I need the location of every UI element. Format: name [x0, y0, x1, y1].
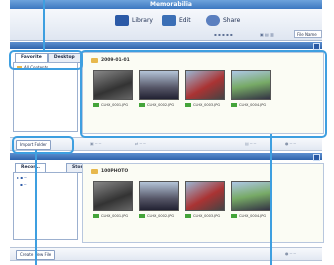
tree-item-folder[interactable]: ▪ ─	[14, 182, 77, 187]
file-label: CLHX_0003.JPG	[185, 103, 220, 107]
photo-type-icon	[139, 103, 145, 107]
tree-item-all-contents[interactable]: All Contents	[14, 63, 77, 72]
bottom-action-bar: Create New File ● ─ ─	[10, 247, 322, 261]
folder-icon	[91, 169, 98, 174]
file-label: CLHX_0003.JPG	[185, 214, 220, 218]
app-title: Memorabilia	[150, 1, 192, 8]
photo-type-icon	[185, 103, 191, 107]
file-label: CLHX_0001.JPG	[93, 103, 128, 107]
import-folder-button[interactable]: Import Folder	[16, 140, 51, 150]
photo-type-icon	[93, 103, 99, 107]
file-label: CLHX_0004.JPG	[231, 103, 266, 107]
photo-thumbnail[interactable]	[185, 70, 225, 100]
callout-line	[270, 134, 272, 265]
share-button[interactable]: Share	[206, 13, 240, 27]
import-folder-label: Import Folder	[20, 142, 47, 147]
close-icon[interactable]	[313, 154, 320, 161]
edit-button[interactable]: Edit	[162, 13, 191, 27]
file-name: CLHX_0002.JPG	[147, 103, 175, 107]
top-content-area: 2009-01-01 CLHX_0001.JPG CLHX_0002.JPG C…	[82, 52, 324, 134]
file-name: CLHX_0004.JPG	[239, 214, 267, 218]
top-action-bar: Import Folder ▣ ─ ─ ⇄ ─ ─ ▤ ─ ─ ● ─ ─	[10, 137, 322, 151]
folder-name: 2009-01-01	[101, 58, 130, 63]
disabled-action-button[interactable]: ⇄ ─ ─	[135, 140, 146, 148]
top-pane-header	[10, 42, 322, 50]
file-label: CLHX_0002.JPG	[139, 214, 174, 218]
disabled-action-button[interactable]: ● ─ ─	[285, 140, 296, 148]
share-label: Share	[223, 16, 241, 24]
tree-item-card[interactable]: ▸ ▪ ─	[14, 173, 77, 182]
photo-thumbnail[interactable]	[93, 70, 133, 100]
library-icon	[115, 14, 129, 26]
bottom-folder-tree[interactable]: ▸ ▪ ─ ▪ ─	[13, 172, 78, 240]
tree-item-label: All Contents	[24, 65, 49, 70]
edit-label: Edit	[179, 16, 191, 24]
folder-icon	[17, 65, 22, 70]
file-label: CLHX_0002.JPG	[139, 103, 174, 107]
photo-type-icon	[139, 214, 145, 218]
file-label: CLHX_0004.JPG	[231, 214, 266, 218]
file-name: CLHX_0004.JPG	[239, 103, 267, 107]
photo-thumbnail[interactable]	[139, 181, 179, 211]
file-label: CLHX_0001.JPG	[93, 214, 128, 218]
top-folder-tree[interactable]: All Contents	[13, 62, 78, 132]
file-name: CLHX_0001.JPG	[101, 214, 129, 218]
bottom-pane-header	[10, 153, 322, 161]
photo-thumbnail[interactable]	[231, 181, 271, 211]
disabled-action-button[interactable]: ● ─ ─	[285, 250, 296, 258]
file-name: CLHX_0003.JPG	[193, 214, 221, 218]
photo-type-icon	[231, 214, 237, 218]
view-options[interactable]: ▪ ▪ ▪ ▪ ▪	[214, 32, 254, 39]
library-label: Library	[132, 16, 153, 24]
photo-thumbnail[interactable]	[231, 70, 271, 100]
folder-heading: 100PHOTO	[91, 169, 128, 174]
photo-thumbnail[interactable]	[93, 181, 133, 211]
callout-line	[43, 0, 45, 50]
bottom-content-area: 100PHOTO CLHX_0001.JPG CLHX_0002.JPG CLH…	[82, 163, 324, 243]
folder-name: 100PHOTO	[101, 169, 129, 174]
folder-icon	[91, 58, 98, 63]
edit-icon	[162, 14, 176, 26]
folder-heading: 2009-01-01	[91, 58, 130, 63]
disabled-action-button[interactable]: ▤ ─ ─	[245, 140, 256, 148]
view-mode-icons[interactable]: ▣ ▤ ▥	[260, 32, 274, 39]
photo-type-icon	[93, 214, 99, 218]
main-toolbar: Library Edit Share ▪ ▪ ▪ ▪ ▪ ▣ ▤ ▥ File …	[10, 9, 322, 41]
library-button[interactable]: Library	[115, 13, 153, 27]
callout-line	[35, 150, 37, 265]
file-name: CLHX_0002.JPG	[147, 214, 175, 218]
photo-thumbnail[interactable]	[185, 181, 225, 211]
sort-select[interactable]: File Name	[294, 30, 322, 38]
share-icon	[206, 14, 220, 26]
photo-type-icon	[185, 214, 191, 218]
file-name: CLHX_0003.JPG	[193, 103, 221, 107]
close-icon[interactable]	[313, 43, 320, 50]
photo-thumbnail[interactable]	[139, 70, 179, 100]
title-bar: Memorabilia	[10, 0, 322, 9]
disabled-action-button[interactable]: ▣ ─ ─	[90, 140, 101, 148]
photo-type-icon	[231, 103, 237, 107]
file-name: CLHX_0001.JPG	[101, 103, 129, 107]
